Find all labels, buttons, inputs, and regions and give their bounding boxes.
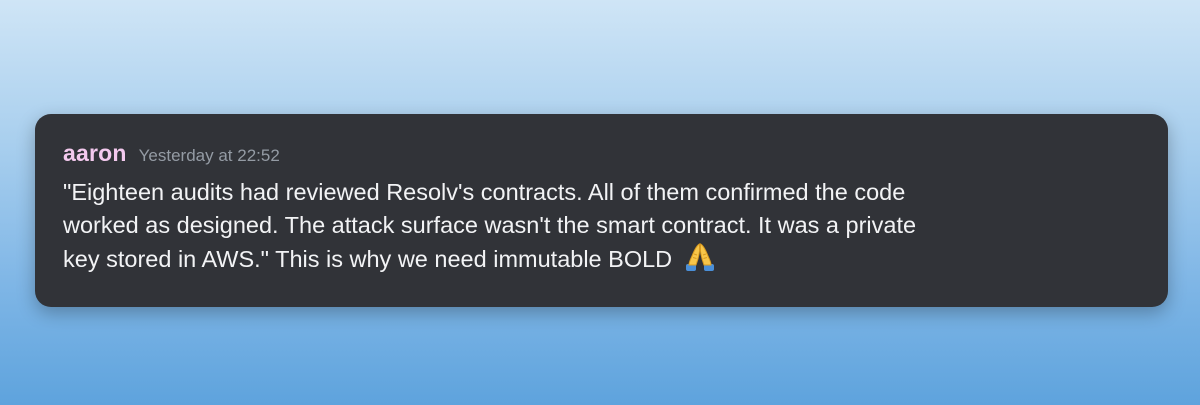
message-line-1: "Eighteen audits had reviewed Resolv's c… xyxy=(63,179,906,205)
message-content: "Eighteen audits had reviewed Resolv's c… xyxy=(63,176,1153,276)
folded-hands-icon xyxy=(683,242,717,272)
message-timestamp[interactable]: Yesterday at 22:52 xyxy=(139,146,280,166)
message-author[interactable]: aaron xyxy=(63,140,127,167)
message-line-2: worked as designed. The attack surface w… xyxy=(63,212,917,238)
message-header: aaron Yesterday at 22:52 xyxy=(63,140,1140,170)
message-line-3-text: key stored in AWS." This is why we need … xyxy=(63,246,673,272)
message-line-3: key stored in AWS." This is why we need … xyxy=(63,242,1153,276)
message-card: aaron Yesterday at 22:52 "Eighteen audit… xyxy=(35,114,1168,307)
